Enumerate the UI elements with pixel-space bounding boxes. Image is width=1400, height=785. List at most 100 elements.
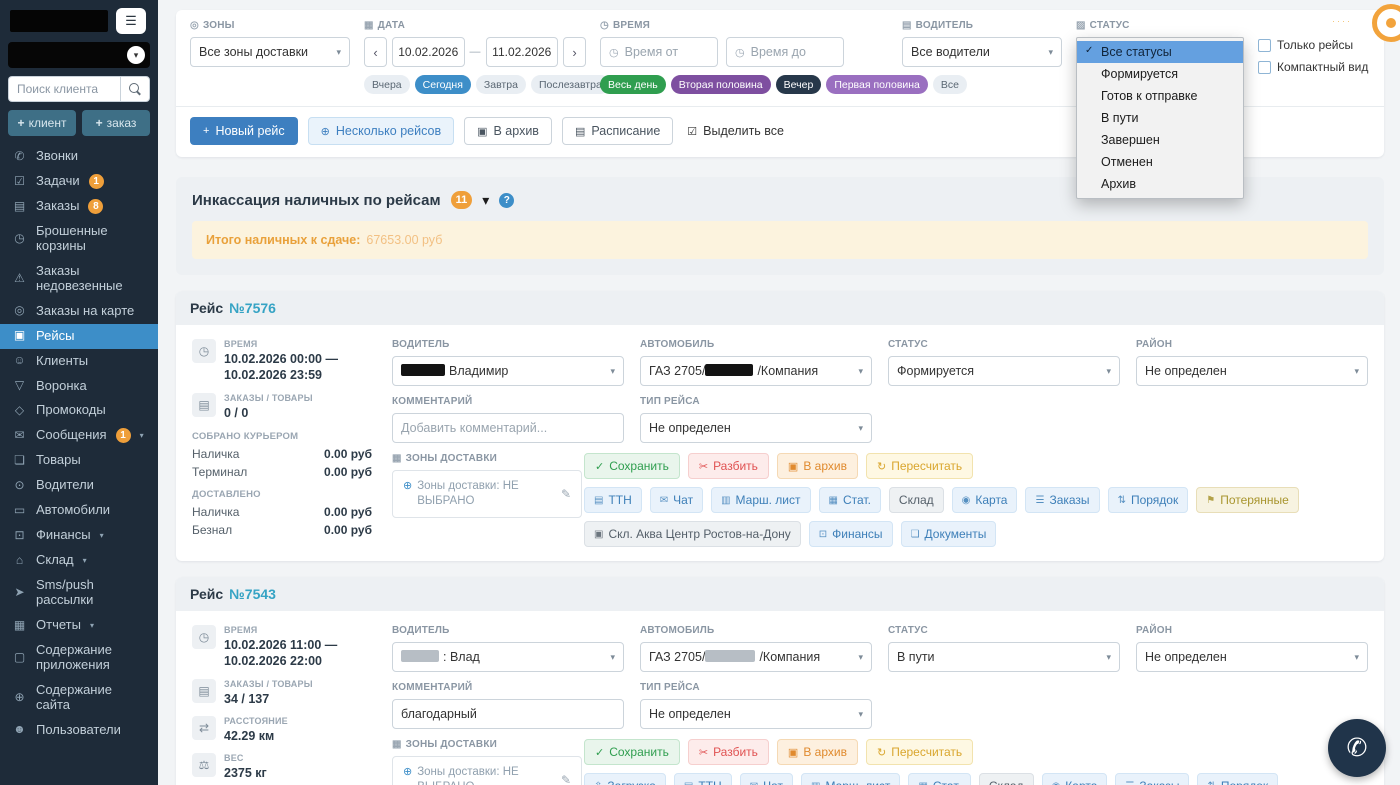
lost-button[interactable]: ⚑ Потерянные bbox=[1196, 487, 1299, 513]
edit-icon[interactable]: ✎ bbox=[561, 773, 571, 785]
finance-button[interactable]: ⊡ Финансы bbox=[809, 521, 893, 547]
documents-button[interactable]: ❏ Документы bbox=[901, 521, 997, 547]
edit-icon[interactable]: ✎ bbox=[561, 487, 571, 501]
orders-button[interactable]: ☰ Заказы bbox=[1115, 773, 1189, 785]
status-option[interactable]: Архив bbox=[1077, 173, 1243, 195]
status-option[interactable]: Завершен bbox=[1077, 129, 1243, 151]
client-search-input[interactable] bbox=[8, 76, 120, 102]
chat-button[interactable]: ✉ Чат bbox=[650, 487, 703, 513]
sidebar-item-products[interactable]: ❏ Товары bbox=[0, 448, 158, 473]
archive-trip-button[interactable]: ▣ В архив bbox=[777, 739, 858, 765]
trip-type-select[interactable]: Не определен ▾ bbox=[640, 413, 872, 443]
sidebar-item-site-content[interactable]: ⊕ Содержание сайта bbox=[0, 678, 158, 718]
chevron-down-icon[interactable]: ▾ bbox=[482, 192, 489, 209]
warehouse-button[interactable]: Склад bbox=[889, 487, 944, 513]
sidebar-item-reports[interactable]: ▦ Отчеты ▾ bbox=[0, 613, 158, 638]
driver-filter-select[interactable]: Все водители ▾ bbox=[902, 37, 1062, 67]
select-all-button[interactable]: ☑Выделить все bbox=[683, 117, 788, 145]
route-sheet-button[interactable]: ▥ Марш. лист bbox=[801, 773, 900, 785]
orders-button[interactable]: ☰ Заказы bbox=[1025, 487, 1099, 513]
trip-status-select[interactable]: Формируется ▾ bbox=[888, 356, 1120, 386]
status-option[interactable]: В пути bbox=[1077, 107, 1243, 129]
sidebar-item-clients[interactable]: ☺ Клиенты bbox=[0, 349, 158, 374]
sidebar-item-funnel[interactable]: ▽ Воронка bbox=[0, 374, 158, 399]
archive-trip-button[interactable]: ▣ В архив bbox=[777, 453, 858, 479]
date-to-input[interactable]: 11.02.2026 bbox=[486, 37, 559, 67]
warehouse-aqua-button[interactable]: ▣ Скл. Аква Центр Ростов-на-Дону bbox=[584, 521, 801, 547]
archive-button[interactable]: ▣В архив bbox=[464, 117, 552, 145]
warehouse-button[interactable]: Склад bbox=[979, 773, 1034, 785]
chip-tomorrow[interactable]: Завтра bbox=[476, 75, 526, 94]
add-client-button[interactable]: +клиент bbox=[8, 110, 76, 136]
schedule-button[interactable]: ▤Расписание bbox=[562, 117, 673, 145]
checkbox-icon[interactable] bbox=[1258, 61, 1271, 74]
time-from-input[interactable]: ◷Время от bbox=[600, 37, 718, 67]
delivery-zones-box[interactable]: ⊕Зоны доставки: НЕ ВЫБРАНО ✎ bbox=[392, 756, 582, 785]
sidebar-item-app-content[interactable]: ▢ Содержание приложения bbox=[0, 638, 158, 678]
chip-all-day[interactable]: Весь день bbox=[600, 75, 666, 94]
account-select[interactable]: ▾ bbox=[8, 42, 150, 68]
save-trip-button[interactable]: ✓ Сохранить bbox=[584, 453, 680, 479]
new-trip-button[interactable]: +Новый рейс bbox=[190, 117, 298, 145]
ttn-button[interactable]: ▤ ТТН bbox=[674, 773, 732, 785]
chat-button[interactable]: ✉ Чат bbox=[740, 773, 793, 785]
chip-first-half[interactable]: Первая половина bbox=[826, 75, 928, 94]
recalculate-trip-button[interactable]: ↻ Пересчитать bbox=[866, 739, 973, 765]
phone-fab-button[interactable]: ✆ bbox=[1328, 719, 1386, 777]
chip-second-half[interactable]: Вторая половина bbox=[671, 75, 771, 94]
chip-day-after-tomorrow[interactable]: Послезавтра bbox=[531, 75, 610, 94]
status-option[interactable]: Готов к отправке bbox=[1077, 85, 1243, 107]
sidebar-item-trips[interactable]: ▣ Рейсы bbox=[0, 324, 158, 349]
info-icon[interactable]: ? bbox=[499, 193, 514, 208]
menu-toggle-button[interactable]: ☰ bbox=[116, 8, 146, 34]
district-select[interactable]: Не определен ▾ bbox=[1136, 642, 1368, 672]
vehicle-select[interactable]: ГАЗ 2705//Компания ▾ bbox=[640, 356, 872, 386]
chip-today[interactable]: Сегодня bbox=[415, 75, 471, 94]
split-trip-button[interactable]: ✂ Разбить bbox=[688, 739, 769, 765]
sidebar-item-tasks[interactable]: ☑ Задачи 1 bbox=[0, 169, 158, 194]
compact-view-checkbox-row[interactable]: Компактный вид bbox=[1258, 60, 1368, 74]
map-button[interactable]: ◉ Карта bbox=[1042, 773, 1108, 785]
date-from-input[interactable]: 10.02.2026 bbox=[392, 37, 465, 67]
delivery-zones-box[interactable]: ⊕Зоны доставки: НЕ ВЫБРАНО ✎ bbox=[392, 470, 582, 518]
date-prev-button[interactable]: ‹ bbox=[364, 37, 387, 67]
zones-filter-select[interactable]: Все зоны доставки ▾ bbox=[190, 37, 350, 67]
driver-select[interactable]: Владимир ▾ bbox=[392, 356, 624, 386]
sidebar-item-finance[interactable]: ⊡ Финансы ▾ bbox=[0, 523, 158, 548]
stats-button[interactable]: ▦ Стат. bbox=[908, 773, 970, 785]
trip-status-select[interactable]: В пути ▾ bbox=[888, 642, 1120, 672]
status-option[interactable]: Формируется bbox=[1077, 63, 1243, 85]
sidebar-item-warehouse[interactable]: ⌂ Склад ▾ bbox=[0, 548, 158, 573]
sidebar-item-vehicles[interactable]: ▭ Автомобили bbox=[0, 498, 158, 523]
recalculate-trip-button[interactable]: ↻ Пересчитать bbox=[866, 453, 973, 479]
checkbox-icon[interactable] bbox=[1258, 39, 1271, 52]
sidebar-item-orders-on-map[interactable]: ◎ Заказы на карте bbox=[0, 299, 158, 324]
sidebar-item-orders[interactable]: ▤ Заказы 8 bbox=[0, 194, 158, 219]
map-button[interactable]: ◉ Карта bbox=[952, 487, 1018, 513]
only-trips-checkbox-row[interactable]: Только рейсы bbox=[1258, 38, 1368, 52]
sidebar-item-promocodes[interactable]: ◇ Промокоды bbox=[0, 398, 158, 423]
route-sheet-button[interactable]: ▥ Марш. лист bbox=[711, 487, 810, 513]
vehicle-select[interactable]: ГАЗ 2705//Компания ▾ bbox=[640, 642, 872, 672]
sidebar-item-sms-push[interactable]: ➤ Sms/push рассылки bbox=[0, 573, 158, 613]
comment-input[interactable] bbox=[392, 413, 624, 443]
sidebar-item-users[interactable]: ☻ Пользователи bbox=[0, 718, 158, 743]
status-option[interactable]: ✓ Все статусы bbox=[1077, 41, 1243, 63]
chip-yesterday[interactable]: Вчера bbox=[364, 75, 410, 94]
driver-select[interactable]: : Влад ▾ bbox=[392, 642, 624, 672]
search-button[interactable] bbox=[120, 76, 150, 102]
order-sort-button[interactable]: ⇅ Порядок bbox=[1197, 773, 1278, 785]
time-to-input[interactable]: ◷Время до bbox=[726, 37, 844, 67]
split-trip-button[interactable]: ✂ Разбить bbox=[688, 453, 769, 479]
multiple-trips-button[interactable]: ⊕Несколько рейсов bbox=[308, 117, 454, 145]
save-trip-button[interactable]: ✓ Сохранить bbox=[584, 739, 680, 765]
status-option[interactable]: Отменен bbox=[1077, 151, 1243, 173]
ttn-button[interactable]: ▤ ТТН bbox=[584, 487, 642, 513]
order-sort-button[interactable]: ⇅ Порядок bbox=[1108, 487, 1189, 513]
loading-button[interactable]: ⇧ Загрузка bbox=[584, 773, 666, 785]
comment-input[interactable] bbox=[392, 699, 624, 729]
chip-all[interactable]: Все bbox=[933, 75, 967, 94]
sidebar-item-calls[interactable]: ✆ Звонки bbox=[0, 144, 158, 169]
stats-button[interactable]: ▦ Стат. bbox=[819, 487, 881, 513]
add-order-button[interactable]: +заказ bbox=[82, 110, 150, 136]
